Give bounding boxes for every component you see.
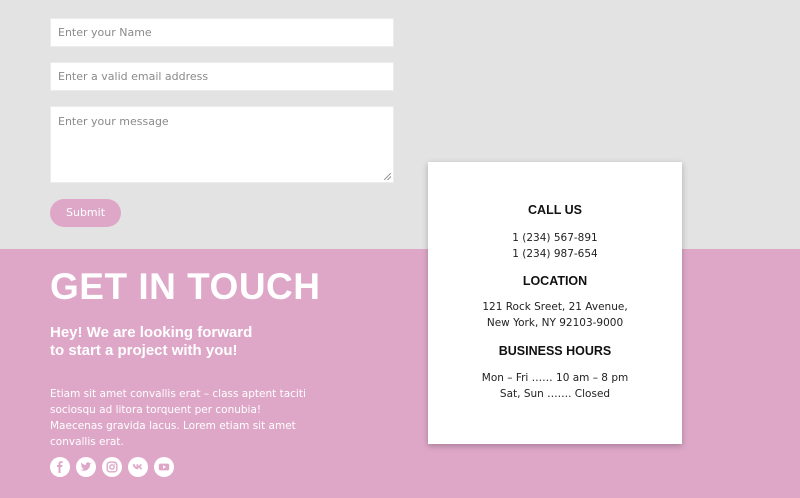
phone-number[interactable]: 1 (234) 567-891 (428, 231, 682, 247)
phone-number[interactable]: 1 (234) 987-654 (428, 247, 682, 263)
subheading-line-2: to start a project with you! (50, 342, 238, 359)
hours-line: Mon – Fri …… 10 am – 8 pm (481, 372, 629, 384)
instagram-icon[interactable] (102, 457, 122, 477)
intro-text: Etiam sit amet convallis erat – class ap… (50, 388, 306, 448)
address-line: New York, NY 92103-9000 (486, 316, 624, 329)
business-hours: Mon – Fri …… 10 am – 8 pm Sat, Sun ……. C… (428, 371, 682, 402)
business-hours-heading: BUSINESS HOURS (498, 344, 612, 358)
email-input[interactable]: Enter a valid email address (50, 62, 394, 91)
hours-line: Sat, Sun ……. Closed (499, 387, 611, 400)
address: 121 Rock Sreet, 21 Avenue, New York, NY … (428, 300, 682, 331)
contact-info-card: CALL US 1 (234) 567-891 1 (234) 987-654 … (428, 162, 682, 444)
email-input-placeholder: Enter a valid email address (58, 70, 209, 83)
twitter-icon[interactable] (76, 457, 96, 477)
youtube-icon[interactable] (154, 457, 174, 477)
phone-list: 1 (234) 567-891 1 (234) 987-654 (428, 231, 682, 262)
social-links (50, 457, 174, 477)
subheading-line-1: Hey! We are looking forward (50, 324, 253, 341)
call-us-heading: CALL US (528, 203, 582, 217)
name-input-placeholder: Enter your Name (58, 26, 152, 39)
facebook-icon[interactable] (50, 457, 70, 477)
submit-button[interactable]: Submit (50, 199, 121, 227)
location-heading: LOCATION (522, 274, 588, 288)
name-input[interactable]: Enter your Name (50, 18, 394, 47)
message-textarea-placeholder: Enter your message (58, 115, 169, 128)
page-title: GET IN TOUCH (50, 266, 321, 307)
message-textarea[interactable]: Enter your message (50, 106, 394, 183)
textarea-resize-handle[interactable] (384, 173, 391, 180)
subheading: Hey! We are looking forward to start a p… (50, 324, 350, 360)
address-line: 121 Rock Sreet, 21 Avenue, (482, 301, 628, 313)
vk-icon[interactable] (128, 457, 148, 477)
